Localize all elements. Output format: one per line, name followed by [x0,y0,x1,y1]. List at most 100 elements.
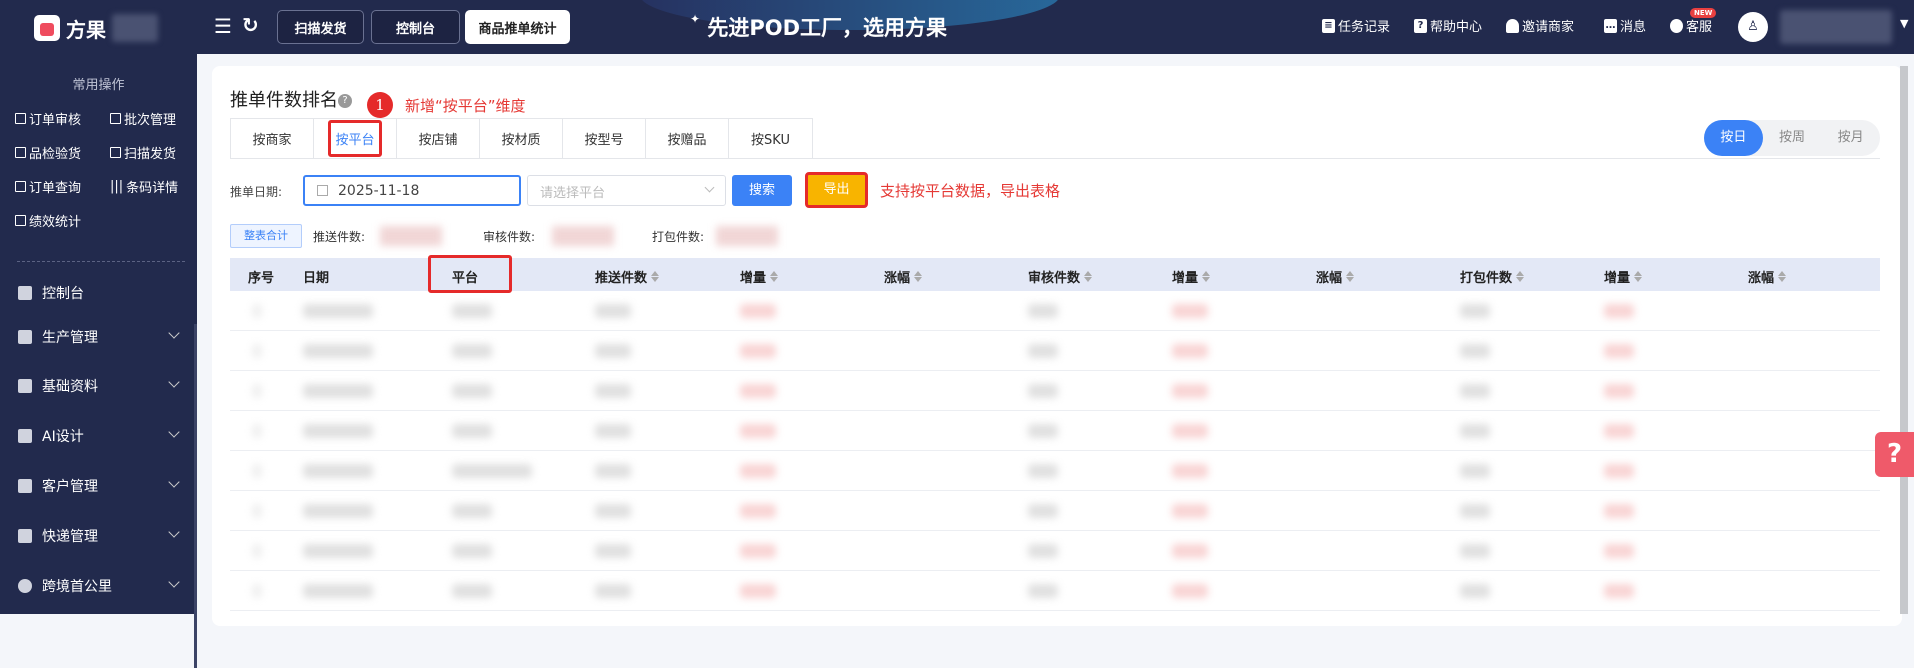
sort-icon[interactable] [1346,271,1355,282]
blurred-cell [303,344,373,358]
menu-first-mile[interactable]: 跨境首公里 [18,576,180,596]
tab-merchant[interactable]: 按商家 [231,119,314,158]
refresh-icon[interactable]: ↻ [242,13,259,37]
menu-production[interactable]: 生产管理 [18,327,180,347]
blurred-cell [1172,304,1208,318]
column-header[interactable]: 涨幅 [1748,267,1787,286]
blurred-cell [1028,504,1058,518]
quick-label: 批次管理 [124,113,177,128]
new-badge: NEW [1690,8,1717,18]
table-row [230,291,1880,331]
blurred-cell [1604,344,1634,358]
quick-order-review[interactable]: 订单审核 [15,109,81,128]
nav-dashboard[interactable]: 控制台 [371,10,460,44]
column-label: 增量 [740,271,767,286]
nav-push-stats[interactable]: 商品推单统计 [465,10,570,44]
blurred-cell [1172,424,1208,438]
column-header[interactable]: 涨幅 [1316,267,1355,286]
period-toggle: 按日 按周 按月 [1704,120,1880,156]
quick-order-query[interactable]: 订单查询 [15,177,81,196]
tab-sku[interactable]: 按SKU [729,119,812,158]
table-row [230,371,1880,411]
sort-icon[interactable] [1202,271,1211,282]
tab-label: 按商家 [252,133,292,148]
help-question-icon[interactable]: ? [338,94,352,108]
blurred-cell [740,344,776,358]
tab-gift[interactable]: 按赠品 [646,119,729,158]
menu-express[interactable]: 快递管理 [18,526,180,546]
sort-icon[interactable] [1778,271,1787,282]
menu-customers[interactable]: 客户管理 [18,476,180,496]
quick-inspection[interactable]: 品检验货 [15,143,81,162]
help-center-link[interactable]: ? 帮助中心 [1414,16,1482,35]
blurred-cell [303,504,373,518]
sidebar-scrollbar[interactable] [194,324,197,668]
export-button[interactable]: 导出 [805,172,868,208]
sort-icon[interactable] [770,271,779,282]
inspect-icon [15,147,26,158]
checkbox-icon [15,113,26,124]
platform-select[interactable]: 请选择平台 [527,175,726,206]
tab-model[interactable]: 按型号 [563,119,646,158]
sort-icon[interactable] [651,271,660,282]
column-header[interactable]: 增量 [740,267,779,286]
menu-label: 控制台 [42,286,84,302]
top-header: 方果 ☰ ↻ 扫描发货 控制台 商品推单统计 ✦ 先进POD工厂，选用方果 ≡ 任… [0,0,1914,54]
page-scrollbar[interactable] [1900,66,1908,614]
blurred-cell [595,464,631,478]
quick-performance[interactable]: 绩效统计 [15,211,81,230]
sort-icon[interactable] [1516,271,1525,282]
tab-material[interactable]: 按材质 [480,119,563,158]
column-header[interactable]: 推送件数 [595,267,660,286]
blurred-cell [452,504,492,518]
blurred-cell [452,304,492,318]
blurred-cell [740,384,776,398]
blurred-cell [1604,304,1634,318]
menu-label: 快递管理 [42,529,98,545]
blurred-cell [595,384,631,398]
customer-service-link[interactable]: 客服 [1670,16,1712,35]
period-day[interactable]: 按日 [1704,120,1763,156]
menu-basic-data[interactable]: 基础资料 [18,376,180,396]
blurred-cell [1172,344,1208,358]
column-header[interactable]: 打包件数 [1460,267,1525,286]
quick-barcode-detail[interactable]: ||| 条码详情 [110,177,178,196]
quick-scan-ship[interactable]: 扫描发货 [110,143,176,162]
tab-store[interactable]: 按店铺 [397,119,480,158]
invite-merchant-link[interactable]: 邀请商家 [1506,16,1574,35]
menu-toggle-icon[interactable]: ☰ [214,14,232,38]
blurred-cell [452,584,492,598]
menu-dashboard[interactable]: 控制台 [18,283,178,303]
chevron-down-icon [168,376,180,388]
column-header[interactable]: 增量 [1172,267,1211,286]
menu-ai-design[interactable]: AI设计 [18,426,180,446]
link-label: 帮助中心 [1430,20,1483,35]
column-header[interactable]: 审核件数 [1028,267,1093,286]
nav-scan-ship[interactable]: 扫描发货 [277,10,364,44]
message-icon: … [1604,18,1617,33]
blurred-cell [1460,584,1490,598]
date-input[interactable]: 2025-11-18 [303,175,521,206]
avatar[interactable]: ♙ [1738,12,1768,42]
column-header[interactable]: 涨幅 [884,267,923,286]
blurred-cell [1460,424,1490,438]
period-week[interactable]: 按周 [1763,120,1822,156]
sort-icon[interactable] [1634,271,1643,282]
period-month[interactable]: 按月 [1821,120,1880,156]
sort-icon[interactable] [1084,271,1093,282]
annotation-badge: 1 [367,92,393,118]
tab-platform[interactable]: 按平台 [314,119,397,158]
column-label: 增量 [1172,271,1199,286]
blurred-cell [452,424,492,438]
sort-icon[interactable] [914,271,923,282]
blurred-cell [1028,544,1058,558]
quick-batch-manage[interactable]: 批次管理 [110,109,176,128]
search-button[interactable]: 搜索 [732,175,792,206]
blurred-cell [595,304,631,318]
column-header[interactable]: 增量 [1604,267,1643,286]
caret-down-icon[interactable]: ▼ [1900,17,1908,30]
summary-review-blurred [552,226,614,246]
messages-link[interactable]: … 消息 [1604,16,1646,35]
task-record-link[interactable]: ≡ 任务记录 [1322,16,1390,35]
floating-help-button[interactable]: ? [1875,432,1914,477]
